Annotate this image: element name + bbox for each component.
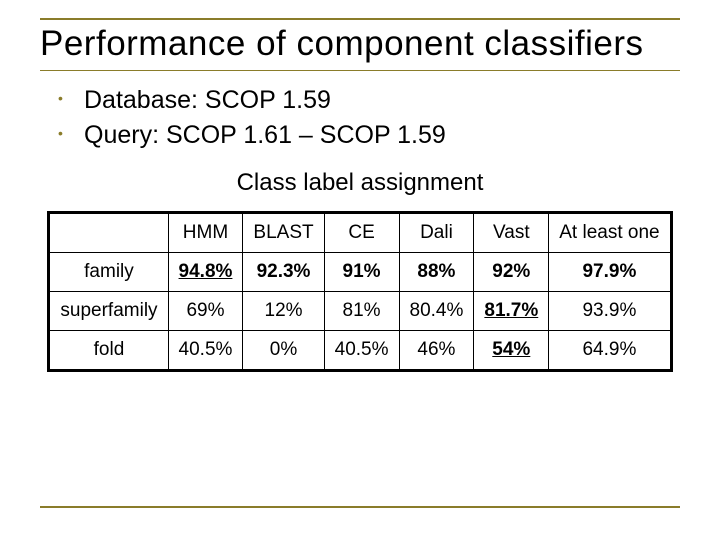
slide: Performance of component classifiers Dat… — [0, 0, 720, 540]
col-header: CE — [324, 213, 399, 253]
table-cell: 81% — [324, 292, 399, 331]
table-caption: Class label assignment — [40, 169, 680, 197]
table-cell: 12% — [243, 292, 324, 331]
top-rule — [40, 18, 680, 20]
table-cell: 88% — [399, 253, 474, 292]
row-label: superfamily — [49, 292, 168, 331]
title-underline — [40, 70, 680, 71]
table-cell: 97.9% — [549, 253, 671, 292]
table-cell: 92% — [474, 253, 549, 292]
slide-title: Performance of component classifiers — [40, 24, 680, 64]
table-cell: 40.5% — [324, 331, 399, 371]
table-cell: 94.8% — [168, 253, 243, 292]
table-row: superfamily 69% 12% 81% 80.4% 81.7% 93.9… — [49, 292, 671, 331]
row-label: fold — [49, 331, 168, 371]
row-label: family — [49, 253, 168, 292]
table-header-row: HMM BLAST CE Dali Vast At least one — [49, 213, 671, 253]
table-cell: 92.3% — [243, 253, 324, 292]
col-header: Vast — [474, 213, 549, 253]
bullet-list: Database: SCOP 1.59 Query: SCOP 1.61 – S… — [58, 83, 680, 153]
col-header: HMM — [168, 213, 243, 253]
table-cell: 64.9% — [549, 331, 671, 371]
col-header: BLAST — [243, 213, 324, 253]
table-cell: 46% — [399, 331, 474, 371]
table-cell: 69% — [168, 292, 243, 331]
table-cell: 54% — [474, 331, 549, 371]
table-cell: 81.7% — [474, 292, 549, 331]
footer-rule — [40, 506, 680, 508]
table-cell: 93.9% — [549, 292, 671, 331]
table-cell: 91% — [324, 253, 399, 292]
bullet-item: Query: SCOP 1.61 – SCOP 1.59 — [58, 118, 680, 153]
table-cell: 80.4% — [399, 292, 474, 331]
table-row: fold 40.5% 0% 40.5% 46% 54% 64.9% — [49, 331, 671, 371]
col-header: Dali — [399, 213, 474, 253]
performance-table: HMM BLAST CE Dali Vast At least one fami… — [47, 211, 672, 372]
table-header-blank — [49, 213, 168, 253]
table-row: family 94.8% 92.3% 91% 88% 92% 97.9% — [49, 253, 671, 292]
table-cell: 40.5% — [168, 331, 243, 371]
col-header: At least one — [549, 213, 671, 253]
bullet-item: Database: SCOP 1.59 — [58, 83, 680, 118]
table-cell: 0% — [243, 331, 324, 371]
